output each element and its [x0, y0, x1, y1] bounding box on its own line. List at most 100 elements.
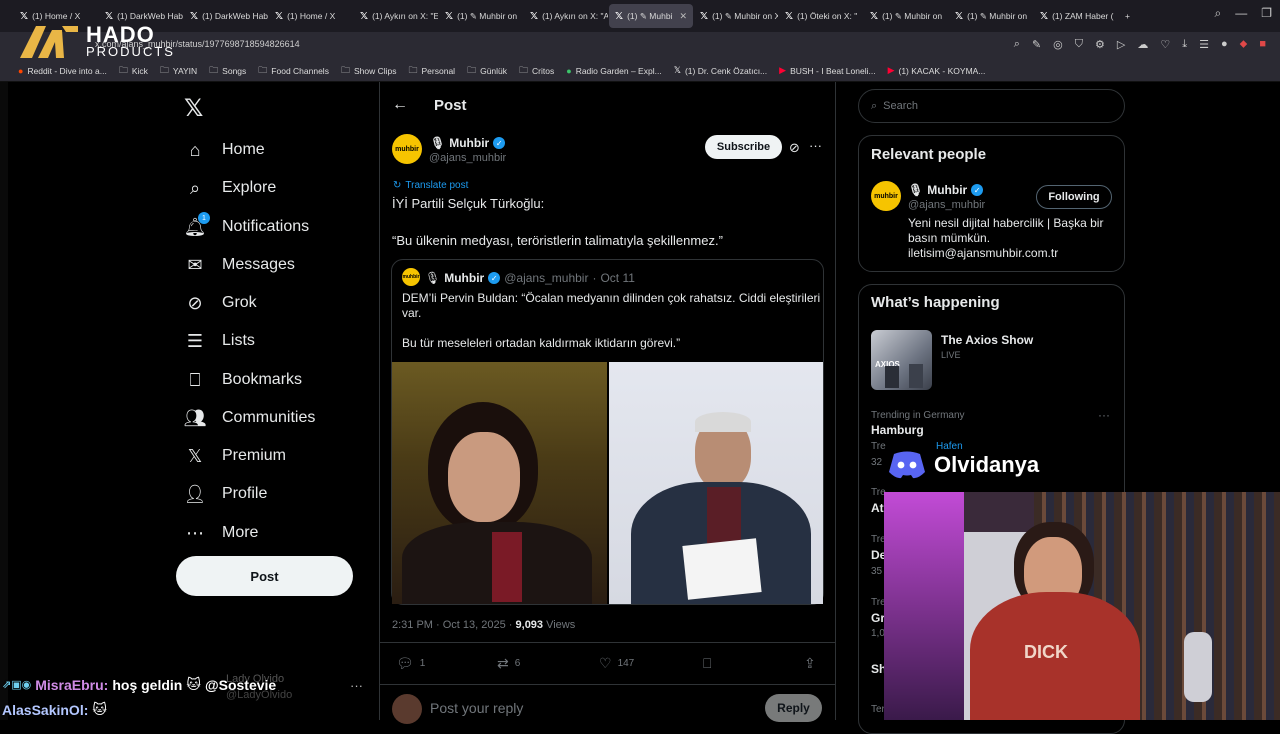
more-options-icon[interactable]: ···	[809, 138, 822, 153]
browser-tab[interactable]: 𝕏 (1) Öteki on X: "	[779, 4, 863, 28]
x-favicon-icon: 𝕏	[1040, 10, 1049, 22]
nav-item-home[interactable]: ⌂ Home	[184, 137, 265, 163]
nav-item-notifications[interactable]: 🔔︎ 1 Notifications	[184, 212, 309, 240]
bookmark-item[interactable]: ● Radio Garden – Expl...	[566, 66, 661, 76]
nav-item-more[interactable]: ⋯ More	[184, 520, 258, 546]
nav-item-bookmarks[interactable]: ⎕ Bookmarks	[184, 367, 302, 393]
quote-media[interactable]	[392, 362, 823, 604]
browser-tab[interactable]: 𝕏 (1) Aykırı on X: "A	[524, 4, 608, 28]
pocket-icon[interactable]: ☁	[1137, 38, 1148, 51]
extension-icon[interactable]: ⬥	[1240, 38, 1248, 51]
bookmark-item[interactable]: 🗀 YAYIN	[160, 63, 197, 79]
close-icon[interactable]: ✕	[679, 11, 687, 22]
zoom-icon[interactable]: ⌕	[1014, 38, 1020, 51]
bookmark-action[interactable]: ⎕	[703, 655, 711, 672]
play-icon[interactable]: ▷	[1117, 38, 1125, 51]
author-display-name: Muhbir	[449, 136, 490, 150]
translate-icon[interactable]: ⚙	[1095, 38, 1105, 51]
author-name[interactable]: 🎙 Muhbir ✓	[430, 136, 506, 150]
bookmark-item[interactable]: 𝕏 (1) Dr. Cenk Özatıcı...	[674, 65, 767, 76]
nav-item-profile[interactable]: 👤︎ Profile	[184, 481, 268, 507]
minimize-icon[interactable]: —	[1235, 6, 1247, 21]
browser-tab[interactable]: 𝕏 (1) ✎ Muhbir on	[949, 4, 1033, 28]
extension-icon[interactable]: ■	[1259, 38, 1266, 51]
nav-item-grok[interactable]: ⊘ Grok	[184, 290, 256, 316]
edit-icon[interactable]: ✎	[1032, 38, 1041, 51]
hado-logo: HADO PRODUCTS	[18, 22, 175, 60]
like-action[interactable]: ♡ 147	[599, 655, 634, 672]
search-tabs-icon[interactable]: ⌕	[1215, 6, 1222, 21]
bookmark-item[interactable]: 🗀 Günlük	[467, 63, 507, 79]
back-arrow-icon[interactable]: ←	[392, 96, 408, 114]
reply-action[interactable]: 💬︎ 1	[396, 655, 425, 672]
restore-icon[interactable]: ❐	[1261, 6, 1272, 21]
browser-tab[interactable]: 𝕏 (1) ✎ Muhbir on	[439, 4, 523, 28]
person-handle[interactable]: @ajans_muhbir	[908, 199, 985, 211]
person-display-name: Muhbir	[927, 183, 968, 197]
author-avatar[interactable]: muhbir	[392, 134, 422, 164]
search-icon: ⌕	[189, 177, 201, 198]
tab-bar-actions: ⌕ — ❐	[1215, 6, 1273, 21]
repost-action[interactable]: ⇄ 6	[497, 655, 520, 672]
microphone-icon: 🎙	[425, 271, 441, 285]
search-input[interactable]: ⌕ Search	[858, 89, 1125, 123]
reply-button[interactable]: Reply	[765, 694, 822, 722]
globe-icon: ●	[566, 65, 572, 76]
nav-item-explore[interactable]: ⌕ Explore	[184, 175, 276, 201]
nav-item-communities[interactable]: 👥︎ Communities	[184, 405, 316, 431]
trend-more-icon[interactable]: ···	[1098, 408, 1110, 422]
profile-icon[interactable]: ●	[1221, 38, 1228, 51]
screenshot-icon[interactable]: ◎	[1053, 38, 1063, 51]
bookmark-item[interactable]: 🗀 Personal	[409, 63, 456, 79]
heart-icon[interactable]: ♡	[1160, 38, 1170, 51]
photo-man[interactable]	[608, 362, 823, 604]
live-thumbnail[interactable]: AXIOS	[871, 330, 932, 390]
bookmark-item[interactable]: 🗀 Songs	[209, 63, 246, 79]
trend-name[interactable]: Hamburg	[871, 423, 924, 437]
post-button[interactable]: Post	[176, 556, 353, 596]
photo-woman[interactable]	[392, 362, 607, 604]
x-favicon-icon: 𝕏	[275, 10, 284, 22]
new-tab-icon[interactable]: +	[1119, 4, 1139, 28]
subscribe-button[interactable]: Subscribe	[705, 135, 782, 159]
person-name[interactable]: 🎙 Muhbir ✓	[908, 183, 984, 197]
browser-tab[interactable]: 𝕏 (1) Aykırı on X: "E	[354, 4, 438, 28]
nav-item-lists[interactable]: ☰ Lists	[184, 328, 255, 354]
following-button[interactable]: Following	[1036, 185, 1112, 209]
browser-tab[interactable]: 𝕏(1) ✎ Muhbir on X: "İYİ P	[694, 4, 778, 28]
shield-icon[interactable]: ⛉	[1075, 38, 1083, 51]
nav-item-premium[interactable]: 𝕏 Premium	[184, 443, 286, 469]
browser-tab[interactable]: 𝕏 (1) ✎ Muhbir on	[864, 4, 948, 28]
bookmark-label: Kick	[131, 65, 148, 76]
bookmark-item[interactable]: ▶ BUSH - I Beat Loneli...	[779, 65, 875, 76]
browser-tab[interactable]: 𝕏 (1) Home / X	[269, 4, 353, 28]
nav-label: Lists	[222, 332, 255, 349]
hado-title: HADO	[86, 21, 155, 47]
x-favicon-icon: 𝕏	[190, 10, 199, 22]
bookmark-item[interactable]: 🗀 Show Clips	[341, 63, 397, 79]
bookmark-item[interactable]: 🗀 Kick	[119, 63, 148, 79]
person-avatar[interactable]: muhbir	[871, 181, 901, 211]
bookmark-item[interactable]: ▶ (1) KACAK - KOYMA...	[888, 65, 986, 76]
menu-icon[interactable]: ☰	[1199, 38, 1209, 51]
download-icon[interactable]: ⤓	[1182, 38, 1187, 51]
trend-partial-text: Ter	[871, 704, 885, 715]
bookmark-item[interactable]: 🗀 Food Channels	[258, 63, 329, 79]
bookmark-item[interactable]: ● Reddit - Dive into a...	[18, 66, 107, 76]
author-handle[interactable]: @ajans_muhbir	[429, 152, 506, 164]
grok-icon[interactable]: ⊘	[789, 140, 800, 156]
translate-post-link[interactable]: ↻ Translate post	[393, 180, 468, 191]
x-logo-icon[interactable]: 𝕏	[184, 94, 203, 123]
chat-line-2: AlasSakinOl: 🐱	[2, 701, 107, 718]
bookmark-item[interactable]: 🗀 Critos	[519, 63, 554, 79]
like-count: 147	[617, 658, 635, 669]
microphone-icon: 🎙	[430, 136, 446, 150]
browser-tab[interactable]: 𝕏 (1) DarkWeb Hab	[184, 4, 268, 28]
nav-item-messages[interactable]: ✉ Messages	[184, 252, 294, 278]
share-action[interactable]: ⇪	[804, 655, 816, 672]
reply-input[interactable]: Post your reply	[430, 700, 523, 716]
browser-tab[interactable]: 𝕏 (1) ZAM Haber (	[1034, 4, 1118, 28]
browser-tab[interactable]: 𝕏 (1) ✎ Muhbi ✕	[609, 4, 693, 28]
nav-label: Profile	[222, 485, 268, 502]
live-title[interactable]: The Axios Show	[941, 333, 1033, 347]
